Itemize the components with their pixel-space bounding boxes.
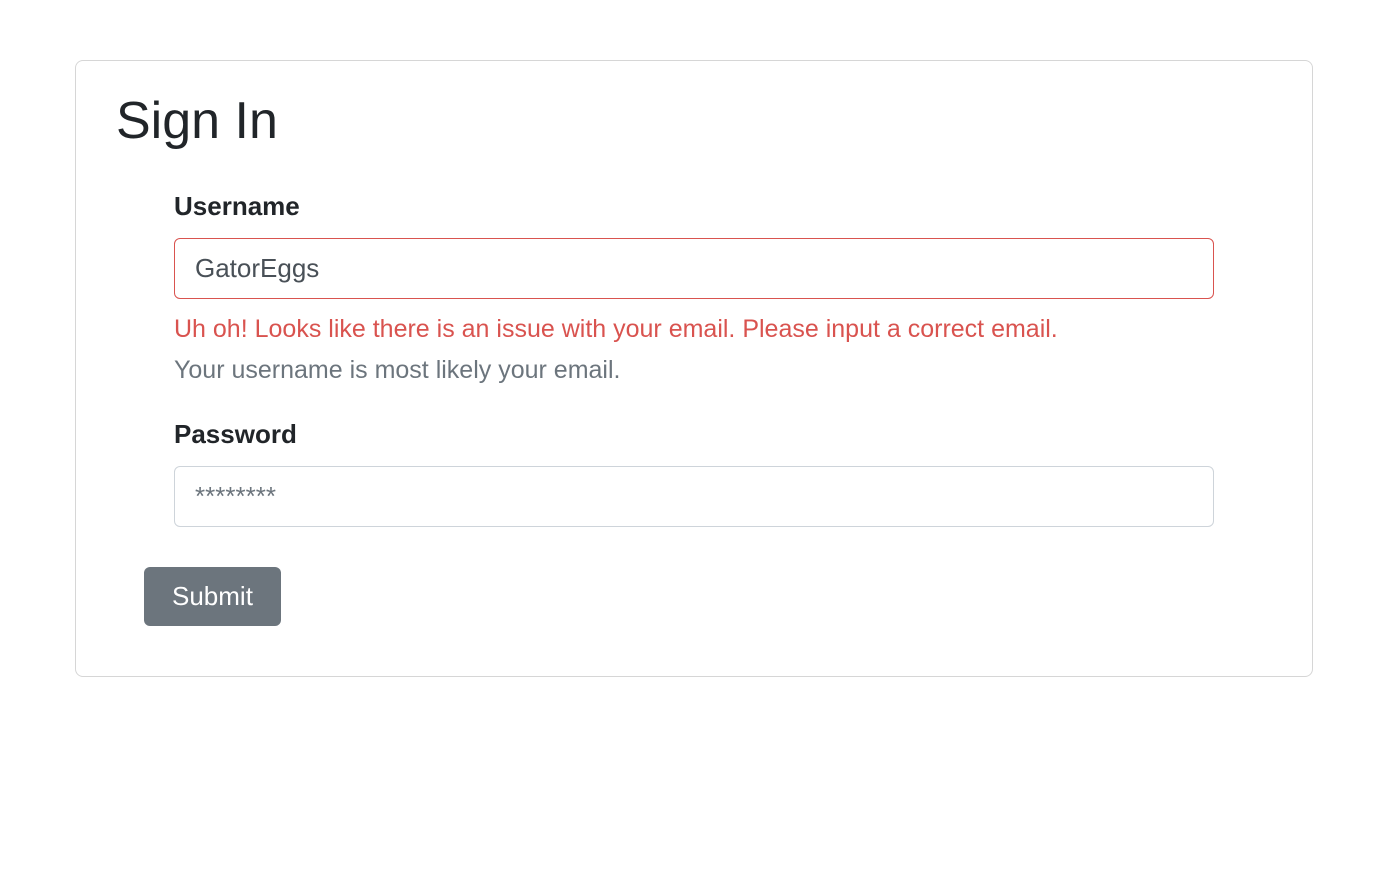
password-input[interactable] xyxy=(174,466,1214,527)
username-error: Uh oh! Looks like there is an issue with… xyxy=(174,315,1214,344)
submit-button[interactable]: Submit xyxy=(144,567,281,626)
password-label: Password xyxy=(174,419,1214,450)
username-input[interactable] xyxy=(174,238,1214,299)
username-label: Username xyxy=(174,191,1214,222)
username-hint: Your username is most likely your email. xyxy=(174,356,1214,385)
page-title: Sign In xyxy=(116,91,1272,151)
password-group: Password xyxy=(174,419,1214,527)
username-group: Username Uh oh! Looks like there is an i… xyxy=(174,191,1214,385)
signin-form: Username Uh oh! Looks like there is an i… xyxy=(116,191,1272,527)
signin-card: Sign In Username Uh oh! Looks like there… xyxy=(75,60,1313,677)
